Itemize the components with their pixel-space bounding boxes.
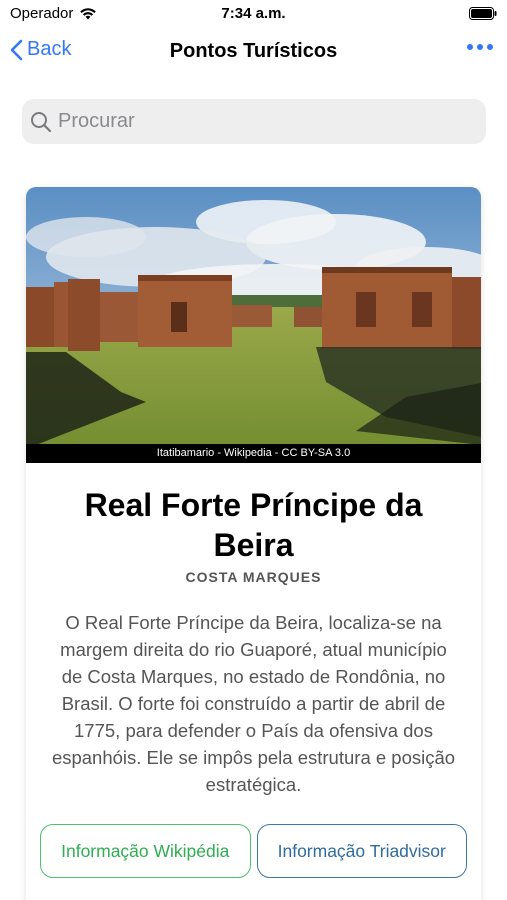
wikipedia-button[interactable]: Informação Wikipédia	[40, 824, 251, 878]
place-title: Real Forte Príncipe da Beira	[84, 487, 423, 563]
search-input[interactable]: Procurar	[22, 99, 486, 144]
tripadvisor-button[interactable]: Informação Triadvisor	[256, 824, 467, 878]
place-description: O Real Forte Príncipe da Beira, localiza…	[51, 612, 456, 795]
ruins-illustration	[26, 187, 481, 463]
status-bar: Operador 7:34 a.m.	[0, 0, 507, 28]
action-buttons: Informação Wikipédia Informação Triadvis…	[40, 824, 467, 878]
more-icon[interactable]	[467, 44, 493, 50]
place-subtitle: COSTA MARQUES	[185, 569, 322, 585]
photo-credit: Itatibamario - Wikipedia - CC BY-SA 3.0	[26, 444, 481, 463]
nav-bar: Back Pontos Turísticos	[0, 28, 507, 76]
battery-icon	[469, 7, 497, 20]
screen: Operador 7:34 a.m. Back Pontos Turístico…	[0, 0, 507, 900]
search-placeholder: Procurar	[58, 110, 135, 132]
search-icon	[31, 111, 52, 132]
status-time: 7:34 a.m.	[221, 5, 286, 22]
place-card: Itatibamario - Wikipedia - CC BY-SA 3.0 …	[26, 187, 481, 900]
place-photo: Itatibamario - Wikipedia - CC BY-SA 3.0	[26, 187, 481, 463]
page-title: Pontos Turísticos	[169, 40, 338, 62]
